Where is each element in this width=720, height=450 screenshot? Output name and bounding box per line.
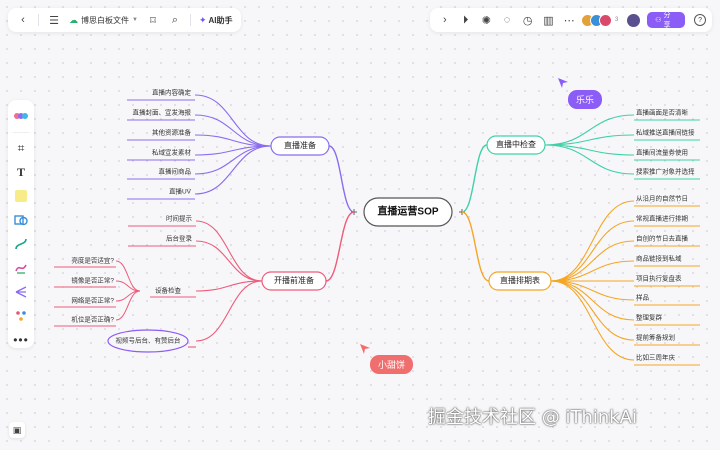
- minimap-toggle-icon[interactable]: ▣: [9, 422, 25, 438]
- branch-node[interactable]: 直播准备: [270, 136, 330, 156]
- cursor-arrow-icon: [360, 344, 370, 354]
- branch-node-label[interactable]: 直播中检查: [496, 139, 536, 149]
- connector-line: [550, 200, 635, 282]
- connector-line: [550, 280, 635, 321]
- connector-line: [550, 240, 635, 282]
- mindmap-node-label[interactable]: 比如三周年庆: [636, 353, 676, 362]
- mindmap-node-label[interactable]: 后台登录: [166, 234, 193, 243]
- root-node[interactable]: 直播运营SOP: [363, 197, 453, 227]
- branch-node[interactable]: 直播排期表: [488, 271, 552, 291]
- branch-node-label[interactable]: 开播前准备: [274, 275, 314, 285]
- root-node-label[interactable]: 直播运营SOP: [377, 205, 438, 218]
- branch-node[interactable]: 直播中检查: [486, 135, 546, 155]
- connector-line: [194, 94, 272, 147]
- mindmap-node-label[interactable]: 机位是否正确?: [71, 315, 114, 324]
- connector-line: [550, 220, 635, 282]
- mindmap-node-label[interactable]: 常规直播进行排期: [636, 214, 689, 223]
- mindmap-node-label[interactable]: 从沿月的自然节日: [636, 194, 688, 203]
- connector-line: [461, 144, 488, 213]
- mindmap-node-label[interactable]: 亮度是否适宜?: [71, 256, 114, 265]
- watermark: 掘金技术社区 @ iThinkAi: [428, 407, 637, 428]
- mindmap-node-label[interactable]: 样品: [636, 293, 649, 302]
- mindmap-node-label[interactable]: 搜索推广对象并选择: [636, 167, 695, 176]
- mindmap-node-label[interactable]: 直播间商品: [159, 167, 192, 176]
- connector-line: [195, 280, 263, 292]
- connector-line: [194, 145, 272, 195]
- mindmap-node-label[interactable]: 镜像是否正常?: [71, 276, 114, 285]
- connector-line: [325, 211, 355, 282]
- branch-node[interactable]: 开播前准备: [261, 271, 327, 291]
- connector-line: [115, 290, 141, 321]
- connector-line: [328, 145, 355, 213]
- mindmap-node-label[interactable]: 网络是否正常?: [71, 296, 114, 305]
- mindmap-node-label[interactable]: 直播间流量券使用: [636, 148, 688, 157]
- mindmap-node-label[interactable]: 私域推送直播间链接: [636, 128, 695, 137]
- connector-line: [550, 280, 635, 361]
- branch-node-label[interactable]: 直播排期表: [500, 275, 540, 285]
- connector-line: [550, 280, 635, 341]
- connector-line: [195, 220, 263, 282]
- connector-line: [461, 211, 490, 282]
- mindmap-node-label[interactable]: 自创的节日去直播: [636, 234, 689, 243]
- branch-node-label[interactable]: 直播准备: [284, 140, 316, 150]
- mindmap-node-label[interactable]: 提前筹备规划: [636, 333, 675, 342]
- mindmap-node-label[interactable]: 项目执行复盘表: [636, 274, 682, 283]
- mindmap-node-label[interactable]: 直播封面、宣发海报: [133, 108, 192, 117]
- mindmap-canvas[interactable]: 直播运营SOP直播准备直播内容确定直播封面、宣发海报其他资源准备私域宣发素材直播…: [0, 0, 720, 450]
- mindmap-node-label[interactable]: 视频号后台、有赞后台: [116, 336, 181, 345]
- mindmap-node-label[interactable]: 直播UV: [169, 187, 192, 196]
- mindmap-node-label[interactable]: 直播画面是否清晰: [636, 108, 689, 117]
- connector-line: [544, 144, 635, 175]
- connector-line: [195, 240, 263, 282]
- cursor-arrow-icon: [558, 78, 568, 88]
- mindmap-node-label[interactable]: 商品链接到私域: [636, 254, 682, 263]
- collaborator-name-tag: 乐乐: [568, 90, 603, 109]
- mindmap-node-label[interactable]: 设备检查: [155, 286, 182, 295]
- collaborator-cursor-1: [557, 76, 569, 94]
- mindmap-node-label[interactable]: 私域宣发素材: [152, 148, 192, 157]
- collaborator-cursor-2: [359, 342, 371, 360]
- mindmap-node-label[interactable]: 整理复群: [636, 313, 663, 322]
- mindmap-node-label[interactable]: 直播内容确定: [152, 88, 192, 97]
- mindmap-node-label[interactable]: 时间提示: [166, 214, 193, 223]
- mindmap-node-label[interactable]: 其他资源准备: [152, 128, 192, 137]
- collaborator-name-tag: 小甜饼: [370, 355, 414, 374]
